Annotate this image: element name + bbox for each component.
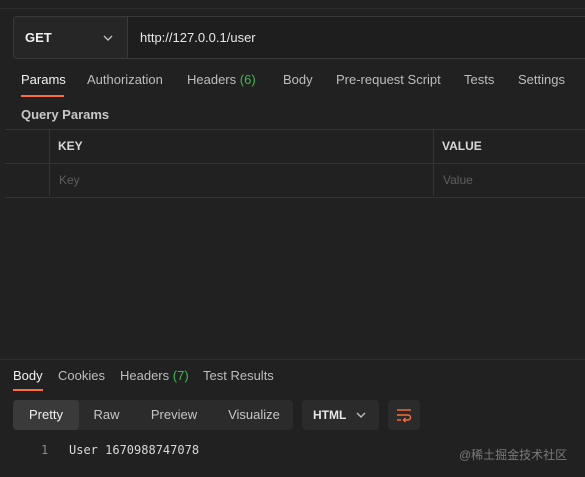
tab-label: Test Results bbox=[203, 368, 274, 383]
tab-params[interactable]: Params bbox=[21, 72, 66, 87]
format-select[interactable]: HTML bbox=[302, 400, 379, 430]
request-bar: GET bbox=[13, 16, 585, 59]
tab-tests[interactable]: Tests bbox=[464, 72, 494, 87]
response-headers-count: (7) bbox=[172, 368, 189, 383]
wrap-lines-button[interactable] bbox=[388, 400, 420, 430]
url-field-wrapper bbox=[128, 17, 585, 58]
format-label: HTML bbox=[313, 408, 347, 422]
table-header-row: KEY VALUE bbox=[5, 129, 585, 163]
tab-headers[interactable]: Headers (6) bbox=[187, 72, 256, 87]
view-mode-group: Pretty Raw Preview Visualize bbox=[13, 400, 293, 430]
key-column-header: KEY bbox=[58, 139, 83, 153]
url-input[interactable] bbox=[140, 30, 540, 45]
tab-label: Authorization bbox=[87, 72, 163, 87]
value-input[interactable] bbox=[435, 164, 585, 198]
tab-label: Cookies bbox=[58, 368, 105, 383]
tab-cookies[interactable]: Cookies bbox=[58, 368, 105, 383]
tab-label: Headers bbox=[187, 72, 237, 87]
watermark: @稀土掘金技术社区 bbox=[459, 448, 568, 462]
response-body-text: User 1670988747078 bbox=[69, 443, 200, 457]
tab-label: Settings bbox=[518, 72, 565, 87]
tab-body[interactable]: Body bbox=[283, 72, 313, 87]
wrap-lines-icon bbox=[397, 409, 412, 423]
tab-authorization[interactable]: Authorization bbox=[87, 72, 163, 87]
tab-test-results[interactable]: Test Results bbox=[203, 368, 274, 383]
tab-settings[interactable]: Settings bbox=[518, 72, 565, 87]
column-divider bbox=[49, 129, 50, 196]
tab-label: Body bbox=[283, 72, 313, 87]
visualize-button[interactable]: Visualize bbox=[215, 400, 293, 430]
key-input[interactable] bbox=[50, 164, 434, 198]
raw-button[interactable]: Raw bbox=[79, 400, 134, 430]
value-column-header: VALUE bbox=[442, 139, 482, 153]
method-label: GET bbox=[25, 30, 52, 45]
line-number: 1 bbox=[41, 443, 49, 457]
table-row: Key Value bbox=[5, 163, 585, 198]
tab-label: Headers bbox=[120, 368, 170, 383]
column-divider bbox=[433, 129, 434, 196]
tab-label: Body bbox=[13, 368, 43, 383]
query-params-title: Query Params bbox=[21, 107, 110, 122]
tab-response-body[interactable]: Body bbox=[13, 368, 43, 383]
top-divider bbox=[0, 0, 585, 9]
tab-label: Params bbox=[21, 72, 66, 87]
chevron-down-icon bbox=[356, 412, 366, 418]
chevron-down-icon bbox=[103, 35, 113, 41]
method-select[interactable]: GET bbox=[14, 17, 128, 58]
query-params-table: KEY VALUE Key Value bbox=[5, 129, 585, 198]
active-tab-indicator bbox=[21, 95, 64, 97]
tab-label: Tests bbox=[464, 72, 495, 87]
tab-pre-request-script[interactable]: Pre-request Script bbox=[336, 72, 441, 87]
response-divider bbox=[0, 359, 585, 360]
tab-response-headers[interactable]: Headers (7) bbox=[120, 368, 189, 383]
preview-button[interactable]: Preview bbox=[136, 400, 212, 430]
active-response-tab-indicator bbox=[13, 389, 43, 391]
pretty-button[interactable]: Pretty bbox=[13, 400, 79, 430]
tab-label: Pre-request Script bbox=[336, 72, 441, 87]
headers-count: (6) bbox=[239, 72, 256, 87]
